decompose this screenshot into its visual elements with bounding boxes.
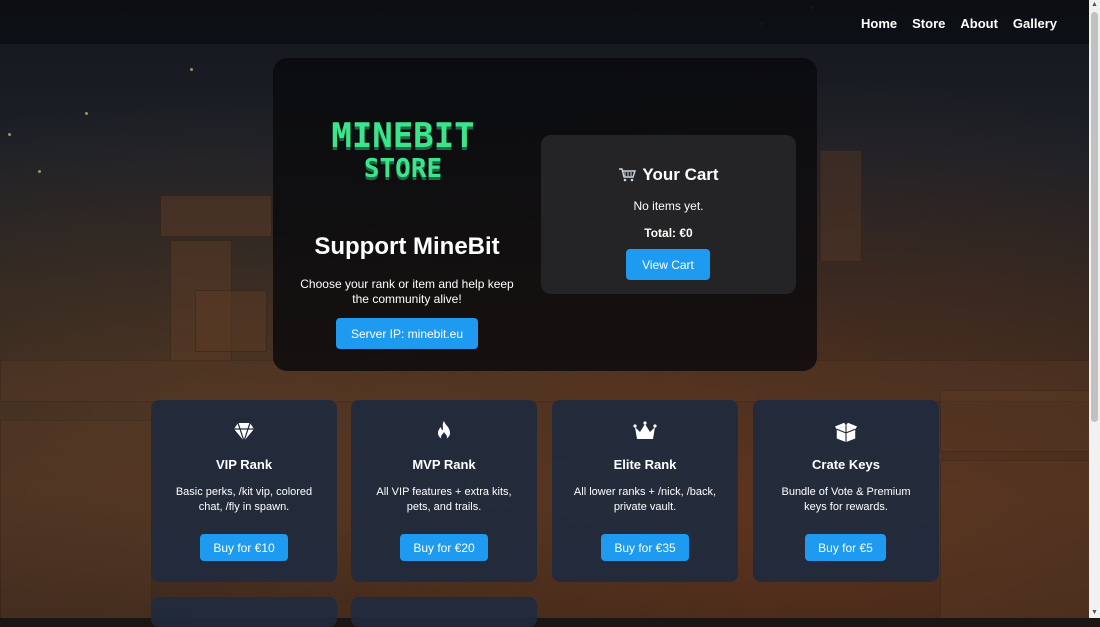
page-title: Support MineBit — [314, 233, 500, 260]
hero-subtitle: Choose your rank or item and help keep t… — [300, 277, 514, 306]
product-title: VIP Rank — [215, 457, 273, 472]
product-card-vip: VIP Rank Basic perks, /kit vip, colored … — [151, 400, 337, 582]
nav-about[interactable]: About — [960, 16, 998, 31]
scroll-up-arrow-icon[interactable]: ▲ — [1090, 0, 1099, 10]
product-description: Bundle of Vote & Premium keys for reward… — [781, 486, 911, 513]
crown-icon — [633, 421, 657, 439]
scroll-down-arrow-icon[interactable]: ▼ — [1090, 608, 1099, 618]
nav-gallery[interactable]: Gallery — [1013, 16, 1057, 31]
product-card-partial — [351, 597, 537, 627]
diamond-icon — [234, 422, 254, 443]
product-title: Elite Rank — [613, 457, 677, 472]
page-scrollbar[interactable]: ▲ ▼ — [1089, 0, 1100, 618]
buy-elite-button[interactable]: Buy for €35 — [601, 534, 689, 561]
minebit-store-logo: MINEBIT MINEBIT STORE STORE — [331, 120, 474, 184]
buy-crate-keys-button[interactable]: Buy for €5 — [805, 534, 886, 561]
cart-heading: Your Cart — [541, 165, 796, 185]
product-card-crate-keys: Crate Keys Bundle of Vote & Premium keys… — [753, 400, 939, 582]
view-cart-button[interactable]: View Cart — [626, 249, 710, 280]
nav-home[interactable]: Home — [861, 16, 897, 31]
svg-text:MINEBIT: MINEBIT — [331, 120, 474, 156]
cart-total: Total: €0 — [644, 226, 693, 240]
product-description: Basic perks, /kit vip, colored chat, /fl… — [175, 486, 313, 513]
product-card-partial — [151, 597, 337, 627]
fire-icon — [438, 421, 450, 440]
product-card-elite: Elite Rank All lower ranks + /nick, /bac… — [552, 400, 738, 582]
product-title: Crate Keys — [812, 457, 880, 472]
product-description: All VIP features + extra kits, pets, and… — [376, 486, 512, 513]
server-ip-button[interactable]: Server IP: minebit.eu — [336, 318, 478, 349]
cart-title: Your Cart — [642, 165, 719, 184]
buy-vip-button[interactable]: Buy for €10 — [200, 534, 288, 561]
cart-panel: Your Cart No items yet. Total: €0 View C… — [541, 135, 796, 294]
scrollbar-thumb[interactable] — [1091, 12, 1098, 422]
buy-mvp-button[interactable]: Buy for €20 — [400, 534, 488, 561]
cart-icon — [619, 168, 637, 182]
svg-text:STORE: STORE — [364, 154, 442, 184]
product-title: MVP Rank — [412, 457, 476, 472]
product-description: All lower ranks + /nick, /back, private … — [573, 486, 717, 513]
top-navigation-bar: Home Store About Gallery — [0, 0, 1089, 44]
product-card-mvp: MVP Rank All VIP features + extra kits, … — [351, 400, 537, 582]
cart-empty-text: No items yet. — [633, 199, 704, 213]
nav-store[interactable]: Store — [912, 16, 945, 31]
main-nav: Home Store About Gallery — [861, 16, 1057, 31]
hero-panel: MINEBIT MINEBIT STORE STORE Support Mine… — [273, 58, 817, 371]
box-open-icon — [834, 422, 858, 443]
